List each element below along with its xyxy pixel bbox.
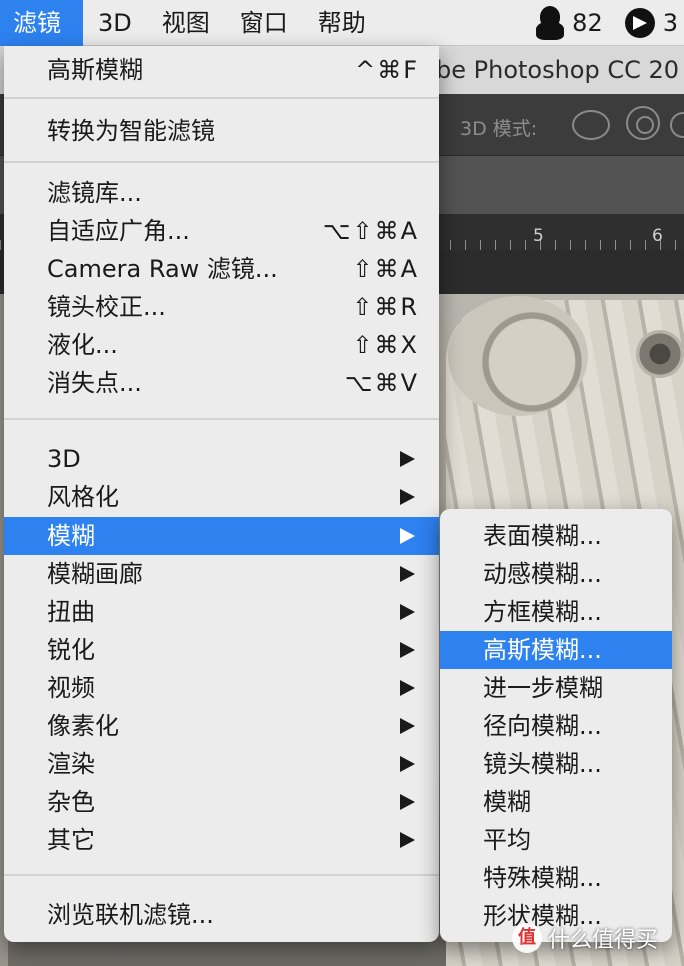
watermark: 值 什么值得买 — [512, 918, 658, 958]
submenu-arrow-icon — [400, 451, 415, 467]
menu-item-distort[interactable]: 扭曲 — [4, 593, 439, 631]
send-count: 3 — [662, 9, 678, 37]
submenu-arrow-icon — [400, 642, 415, 658]
submenu-item-average[interactable]: 平均 — [440, 821, 672, 859]
submenu-item-smart-blur[interactable]: 特殊模糊... — [440, 859, 672, 897]
ruler-label: 6 — [652, 226, 663, 246]
shortcut-label: ⌥⌘V — [344, 369, 419, 397]
shortcut-label: ⇧⌘A — [352, 255, 419, 283]
submenu-arrow-icon — [400, 604, 415, 620]
roll-3d-icon[interactable] — [626, 106, 660, 140]
submenu-arrow-icon — [400, 718, 415, 734]
menu-item-browse-filters-online[interactable]: 浏览联机滤镜... — [4, 896, 439, 934]
menu-help[interactable]: 帮助 — [303, 0, 381, 46]
submenu-arrow-icon — [400, 832, 415, 848]
menu-item-liquify[interactable]: 液化... ⇧⌘X — [4, 326, 439, 364]
menu-item-adaptive-wide-angle[interactable]: 自适应广角... ⌥⇧⌘A — [4, 212, 439, 250]
submenu-item-blur-more[interactable]: 进一步模糊 — [440, 669, 672, 707]
menu-item-sharpen[interactable]: 锐化 — [4, 631, 439, 669]
menu-item-pixelate[interactable]: 像素化 — [4, 707, 439, 745]
menu-window[interactable]: 窗口 — [225, 0, 303, 46]
watermark-text: 什么值得买 — [548, 928, 659, 953]
rosette-photo — [636, 330, 684, 378]
menu-item-other[interactable]: 其它 — [4, 821, 439, 859]
menu-separator — [4, 97, 439, 99]
qq-count: 82 — [572, 9, 603, 37]
filter-menu: 高斯模糊 ^⌘F 转换为智能滤镜 滤镜库... 自适应广角... ⌥⇧⌘A Ca… — [4, 46, 439, 942]
send-icon[interactable] — [624, 8, 655, 38]
menu-view[interactable]: 视图 — [147, 0, 225, 46]
submenu-arrow-icon — [400, 680, 415, 696]
menu-item-blur-gallery[interactable]: 模糊画廊 — [4, 555, 439, 593]
shortcut-label: ^⌘F — [355, 56, 419, 84]
menu-item-3d[interactable]: 3D — [4, 440, 439, 478]
menu-item-noise[interactable]: 杂色 — [4, 783, 439, 821]
menu-item-video[interactable]: 视频 — [4, 669, 439, 707]
menu-separator — [4, 874, 439, 876]
status-area: 82 3 — [536, 0, 684, 46]
submenu-item-radial-blur[interactable]: 径向模糊... — [440, 707, 672, 745]
submenu-item-motion-blur[interactable]: 动感模糊... — [440, 555, 672, 593]
menu-item-vanishing-point[interactable]: 消失点... ⌥⌘V — [4, 364, 439, 402]
submenu-item-gaussian-blur[interactable]: 高斯模糊... — [440, 631, 672, 669]
menu-item-stylize[interactable]: 风格化 — [4, 478, 439, 516]
watermark-logo-icon: 值 — [512, 923, 542, 953]
photoshop-title: be Photoshop CC 20 — [436, 56, 680, 84]
orbit-3d-icon[interactable] — [572, 110, 610, 140]
menu-item-camera-raw[interactable]: Camera Raw 滤镜... ⇧⌘A — [4, 250, 439, 288]
menu-separator — [4, 418, 439, 420]
submenu-arrow-icon — [400, 489, 415, 505]
submenu-item-surface-blur[interactable]: 表面模糊... — [440, 517, 672, 555]
menu-item-render[interactable]: 渲染 — [4, 745, 439, 783]
submenu-item-box-blur[interactable]: 方框模糊... — [440, 593, 672, 631]
menu-filter[interactable]: 滤镜 — [0, 0, 83, 46]
shortcut-label: ⇧⌘X — [352, 331, 419, 359]
menu-bar: 滤镜 3D 视图 窗口 帮助 82 3 — [0, 0, 684, 46]
submenu-arrow-icon — [400, 566, 415, 582]
menu-item-lens-correction[interactable]: 镜头校正... ⇧⌘R — [4, 288, 439, 326]
menu-item-blur[interactable]: 模糊 — [4, 517, 439, 555]
shortcut-label: ⇧⌘R — [352, 293, 419, 321]
menu-item-last-filter[interactable]: 高斯模糊 ^⌘F — [4, 51, 439, 89]
menu-item-filter-gallery[interactable]: 滤镜库... — [4, 174, 439, 212]
submenu-arrow-icon — [400, 794, 415, 810]
3d-mode-label: 3D 模式: — [460, 118, 538, 140]
menu-item-convert-smart-filter[interactable]: 转换为智能滤镜 — [4, 112, 439, 150]
submenu-item-blur[interactable]: 模糊 — [440, 783, 672, 821]
submenu-arrow-icon — [400, 528, 415, 544]
column-capital-photo — [448, 296, 588, 416]
submenu-arrow-icon — [400, 756, 415, 772]
blur-submenu: 表面模糊... 动感模糊... 方框模糊... 高斯模糊... 进一步模糊 径向… — [440, 509, 672, 942]
ruler-label: 5 — [533, 226, 544, 246]
qq-penguin-icon[interactable] — [536, 6, 565, 40]
shortcut-label: ⌥⇧⌘A — [322, 217, 419, 245]
menu-separator — [4, 161, 439, 163]
menu-3d[interactable]: 3D — [83, 0, 147, 46]
submenu-item-lens-blur[interactable]: 镜头模糊... — [440, 745, 672, 783]
